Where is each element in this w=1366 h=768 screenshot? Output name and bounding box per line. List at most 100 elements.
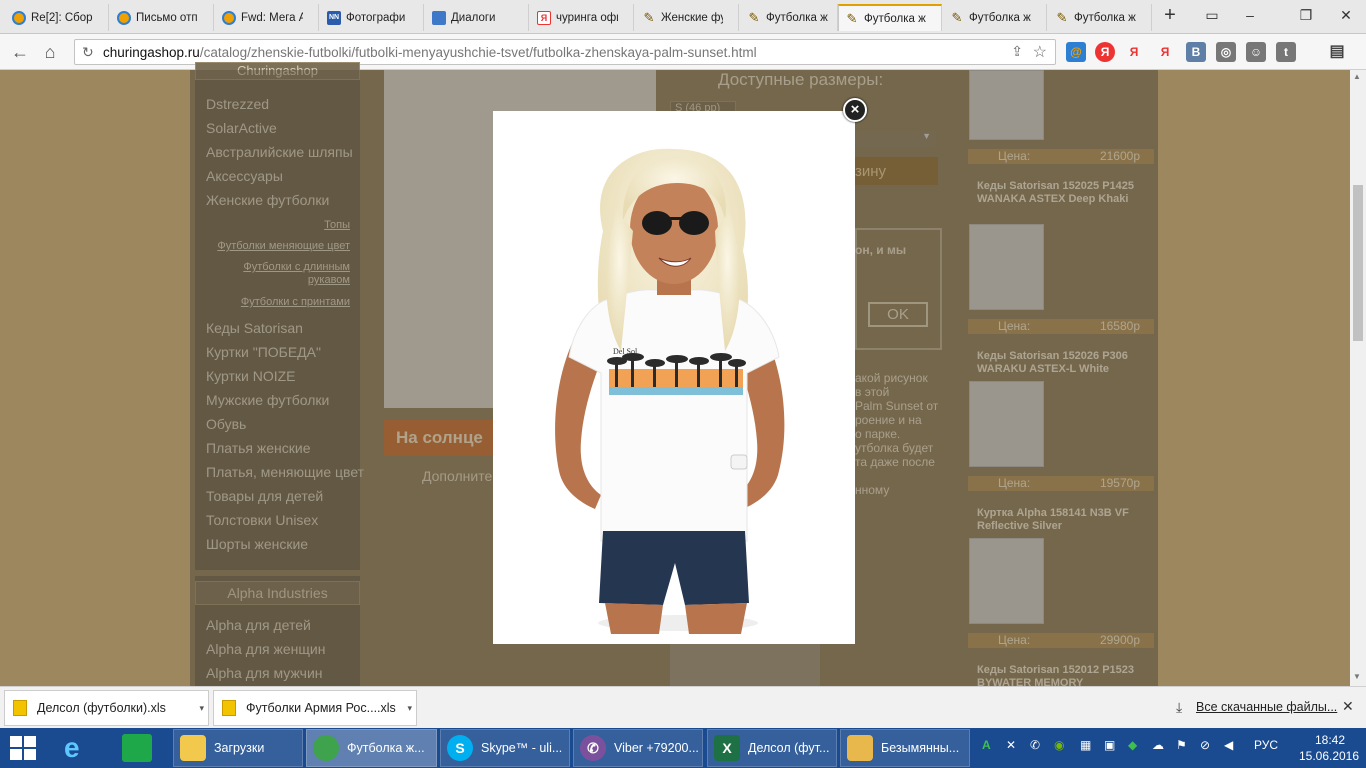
tab-label: Диалоги [451, 11, 496, 24]
folder-icon [180, 735, 206, 761]
tray-tool-icon[interactable]: ✕ [1006, 738, 1016, 752]
mail-icon [222, 10, 236, 25]
tab-6[interactable]: ✎ Женские фу [636, 4, 739, 31]
back-arrow-icon[interactable]: ← [8, 40, 32, 64]
taskbar-browser[interactable]: Футболка ж... [306, 729, 437, 767]
yandex-bar-icon[interactable]: Я [1155, 42, 1175, 62]
tab-label: Fwd: Мега А [241, 11, 303, 24]
vk-icon[interactable]: B [1186, 42, 1206, 62]
shop-icon: ✎ [748, 9, 760, 25]
scroll-down-icon[interactable]: ▼ [1353, 672, 1361, 681]
restore-icon[interactable]: ❐ [1292, 4, 1320, 26]
tray-app-icon[interactable]: A [982, 738, 991, 752]
tab-5[interactable]: Ячуринга офи [531, 4, 634, 31]
tab-9[interactable]: ✎ Футболка ж [944, 4, 1047, 31]
url-domain: churingashop.ru [103, 44, 200, 60]
tab-label: Футболка ж [766, 11, 828, 24]
tab-7[interactable]: ✎ Футболка ж [741, 4, 838, 31]
taskbar-skype[interactable]: S Skype™ - uli... [440, 729, 570, 767]
chat-menu-icon[interactable]: ▤ [1327, 42, 1347, 62]
chevron-down-icon[interactable]: ▾ [407, 703, 412, 714]
dialog-icon [432, 10, 446, 25]
tab-label: Футболка ж [864, 12, 926, 25]
tray-cloud-icon[interactable]: ☁ [1152, 738, 1164, 752]
shop-icon: ✎ [846, 10, 858, 26]
reload-icon[interactable]: ↻ [82, 44, 94, 61]
tab-label: Re[2]: Сбор [31, 11, 93, 24]
scrollbar-thumb[interactable] [1353, 185, 1363, 341]
tab-label: Женские фу [661, 11, 723, 24]
twitter-icon[interactable]: t [1276, 42, 1296, 62]
smile-icon[interactable]: ☺ [1246, 42, 1266, 62]
taskbar-viber[interactable]: ✆ Viber +79200... [573, 729, 703, 767]
tray-network-icon[interactable]: ⊘ [1200, 738, 1210, 752]
taskbar-label: Футболка ж... [347, 741, 425, 755]
tray-keyboard-icon[interactable]: ▦ [1080, 738, 1091, 752]
windows-start-icon[interactable] [10, 736, 36, 760]
excel-file-icon [222, 700, 236, 716]
tab-label: Фотографи [346, 11, 406, 24]
model-photo: Del Sol [555, 148, 785, 634]
bookmark-star-icon[interactable]: ☆ [1033, 42, 1047, 62]
close-window-icon[interactable]: ✕ [1332, 4, 1360, 26]
share-icon[interactable]: ⇪ [1011, 43, 1023, 60]
excel-file-icon [13, 700, 27, 716]
new-tab-button[interactable]: + [1156, 4, 1184, 26]
taskbar-label: Делсол (фут... [748, 741, 830, 755]
tray-viber-icon[interactable]: ✆ [1030, 738, 1040, 752]
mail-icon [117, 10, 131, 25]
lightbox-modal: Del Sol [493, 111, 855, 644]
yandex-icon: Я [537, 10, 551, 25]
yandex-search-icon[interactable]: Я [1124, 42, 1144, 62]
close-downloads-icon[interactable]: ✕ [1342, 698, 1354, 715]
tab-0[interactable]: Re[2]: Сбор [6, 4, 109, 31]
taskbar-label: Viber +79200... [614, 741, 699, 755]
taskbar-downloads[interactable]: Загрузки [173, 729, 303, 767]
tab-2[interactable]: Fwd: Мега А [216, 4, 319, 31]
mail-extension-icon[interactable]: @ [1066, 42, 1086, 62]
download-item-1[interactable]: Футболки Армия Рос....xls ▾ [213, 690, 417, 726]
close-lightbox-button[interactable]: × [843, 98, 867, 122]
taskbar-excel[interactable]: X Делсол (фут... [707, 729, 837, 767]
tab-label: Футболка ж [969, 11, 1031, 24]
tab-list-icon[interactable]: ▭ [1198, 4, 1226, 26]
tab-label: чуринга офи [556, 11, 618, 24]
shop-icon: ✎ [1056, 9, 1068, 25]
page-scrollbar[interactable]: ▲ ▼ [1350, 70, 1366, 686]
tray-flag-icon[interactable]: ⚑ [1176, 738, 1187, 752]
store-icon[interactable] [122, 734, 152, 762]
tray-shield-icon[interactable]: ▣ [1104, 738, 1115, 752]
taskbar-label: Загрузки [214, 741, 265, 755]
taskbar-paint[interactable]: Безымянны... [840, 729, 970, 767]
tab-1[interactable]: Письмо отп [111, 4, 214, 31]
shirt-brand-text: Del Sol [613, 347, 638, 356]
tab-label: Письмо отп [136, 11, 198, 24]
home-icon[interactable]: ⌂ [38, 40, 62, 64]
taskbar-label: Безымянны... [881, 741, 960, 755]
tray-nvidia-icon[interactable]: ◉ [1054, 738, 1064, 752]
minimize-icon[interactable]: – [1236, 4, 1264, 26]
tab-4[interactable]: Диалоги [426, 4, 529, 31]
tray-leaf-icon[interactable]: ◆ [1128, 738, 1137, 752]
download-item-0[interactable]: Делсол (футболки).xls ▾ [4, 690, 209, 726]
shop-icon: ✎ [643, 9, 655, 25]
excel-icon: X [714, 735, 740, 761]
yandex-extension-icon[interactable]: Я [1095, 42, 1115, 62]
tray-volume-icon[interactable]: ◀ [1224, 738, 1233, 752]
tab-10[interactable]: ✎ Футболка ж [1049, 4, 1152, 31]
downloads-bar: Делсол (футболки).xls ▾ Футболки Армия Ро… [0, 686, 1366, 728]
clock-time[interactable]: 18:42 [1305, 733, 1355, 747]
all-downloads-link[interactable]: Все скачанные файлы... [1196, 700, 1337, 714]
tab-3[interactable]: NN Фотографи [321, 4, 424, 31]
nn-icon: NN [327, 10, 341, 25]
browser-icon [313, 735, 339, 761]
ok-social-icon[interactable]: ◎ [1216, 42, 1236, 62]
shop-icon: ✎ [951, 9, 963, 25]
language-indicator[interactable]: РУС [1254, 738, 1278, 752]
clock-date[interactable]: 15.06.2016 [1296, 749, 1362, 763]
download-filename: Делсол (футболки).xls [37, 701, 166, 715]
scroll-up-icon[interactable]: ▲ [1353, 72, 1361, 81]
chevron-down-icon[interactable]: ▾ [199, 703, 204, 714]
ie-icon[interactable]: e [64, 734, 94, 762]
tab-8-active[interactable]: ✎ Футболка ж [838, 4, 942, 31]
